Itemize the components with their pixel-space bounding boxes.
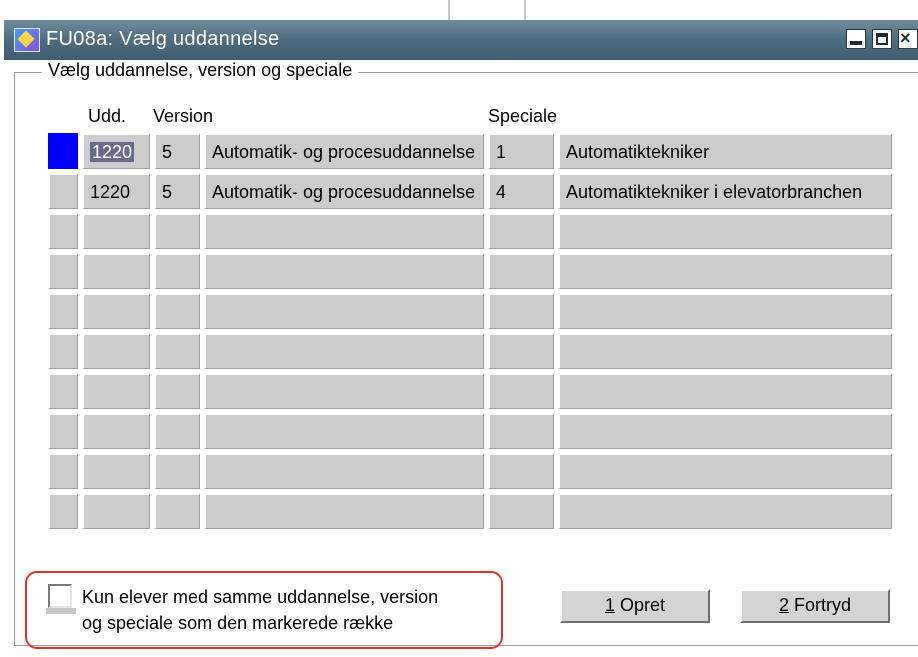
version-cell[interactable] (154, 413, 200, 449)
udd-cell[interactable] (82, 293, 150, 329)
education-name-cell[interactable] (204, 333, 484, 369)
education-name-cell[interactable] (204, 493, 484, 529)
row-indicator[interactable] (48, 333, 78, 369)
udd-cell[interactable] (82, 373, 150, 409)
maximize-button[interactable] (872, 29, 892, 49)
speciale-name-cell[interactable] (558, 333, 892, 369)
background-divider (524, 0, 526, 20)
fortryd-hotkey: 2 (778, 595, 789, 615)
speciale-name-cell[interactable] (558, 413, 892, 449)
udd-cell[interactable]: 1220 (82, 133, 150, 169)
row-indicator[interactable] (48, 373, 78, 409)
same-education-label-line1: Kun elever med samme uddannelse, version (82, 587, 439, 607)
speciale-name-cell[interactable]: Automatiktekniker (558, 133, 892, 169)
fortryd-label: Fortryd (789, 595, 852, 615)
udd-cell[interactable] (82, 333, 150, 369)
version-cell[interactable] (154, 453, 200, 489)
row-indicator[interactable] (48, 253, 78, 289)
fortryd-button[interactable]: 2 Fortryd (740, 589, 890, 623)
udd-cell[interactable] (82, 253, 150, 289)
education-name-cell[interactable] (204, 253, 484, 289)
education-name-cell[interactable]: Automatik- og procesuddannelse (204, 173, 484, 209)
speciale-name-cell[interactable] (558, 373, 892, 409)
dialog-window: FU08a: Vælg uddannelse × Vælg uddannelse… (0, 20, 918, 657)
udd-cell[interactable]: 1220 (82, 173, 150, 209)
speciale-cell[interactable] (488, 413, 554, 449)
speciale-name-cell[interactable] (558, 253, 892, 289)
udd-cell[interactable] (82, 413, 150, 449)
column-header-udd: Udd. (88, 106, 127, 126)
opret-button[interactable]: 1 Opret (560, 589, 710, 623)
row-indicator[interactable] (48, 453, 78, 489)
speciale-cell[interactable]: 4 (488, 173, 554, 209)
speciale-cell[interactable]: 1 (488, 133, 554, 169)
row-indicator[interactable] (48, 173, 78, 209)
version-cell[interactable] (154, 213, 200, 249)
version-cell[interactable] (154, 293, 200, 329)
udd-cell[interactable] (82, 453, 150, 489)
row-indicator[interactable] (48, 413, 78, 449)
background-divider (448, 0, 450, 20)
column-header-speciale: Speciale (488, 106, 558, 126)
speciale-name-cell[interactable] (558, 213, 892, 249)
speciale-cell[interactable] (488, 453, 554, 489)
speciale-name-cell[interactable]: Automatiktekniker i elevatorbranchen (558, 173, 892, 209)
version-cell[interactable] (154, 373, 200, 409)
same-education-label-line2: og speciale som den markerede række (82, 613, 394, 633)
education-name-cell[interactable]: Automatik- og procesuddannelse (204, 133, 484, 169)
row-indicator[interactable] (48, 213, 78, 249)
education-name-cell[interactable] (204, 453, 484, 489)
version-cell[interactable] (154, 253, 200, 289)
opret-hotkey: 1 (604, 595, 615, 615)
version-cell[interactable] (154, 333, 200, 369)
background-strip (0, 0, 918, 20)
education-name-cell[interactable] (204, 213, 484, 249)
education-name-cell[interactable] (204, 293, 484, 329)
speciale-cell[interactable] (488, 213, 554, 249)
udd-cell[interactable] (82, 493, 150, 529)
row-indicator[interactable] (48, 293, 78, 329)
speciale-cell[interactable] (488, 253, 554, 289)
education-name-cell[interactable] (204, 373, 484, 409)
same-education-checkbox[interactable] (48, 584, 72, 608)
checkbox-shadow (46, 608, 76, 614)
speciale-name-cell[interactable] (558, 293, 892, 329)
speciale-cell[interactable] (488, 493, 554, 529)
udd-value: 1220 (90, 142, 135, 162)
version-cell[interactable]: 5 (154, 173, 200, 209)
close-button[interactable]: × (898, 28, 918, 49)
group-title: Vælg uddannelse, version og speciale (42, 60, 359, 81)
version-cell[interactable] (154, 493, 200, 529)
speciale-name-cell[interactable] (558, 493, 892, 529)
speciale-name-cell[interactable] (558, 453, 892, 489)
same-education-label[interactable]: Kun elever med samme uddannelse, version… (82, 584, 502, 636)
row-indicator[interactable] (48, 133, 78, 169)
version-cell[interactable]: 5 (154, 133, 200, 169)
udd-cell[interactable] (82, 213, 150, 249)
minimize-button[interactable] (846, 29, 866, 49)
education-name-cell[interactable] (204, 413, 484, 449)
title-bar[interactable]: FU08a: Vælg uddannelse × (4, 20, 918, 60)
close-icon: × (900, 28, 911, 48)
speciale-cell[interactable] (488, 373, 554, 409)
speciale-cell[interactable] (488, 293, 554, 329)
app-icon (14, 28, 40, 52)
window-title: FU08a: Vælg uddannelse (46, 28, 280, 50)
opret-label: Opret (614, 595, 666, 615)
row-indicator[interactable] (48, 493, 78, 529)
speciale-cell[interactable] (488, 333, 554, 369)
column-header-version: Version (153, 106, 214, 126)
